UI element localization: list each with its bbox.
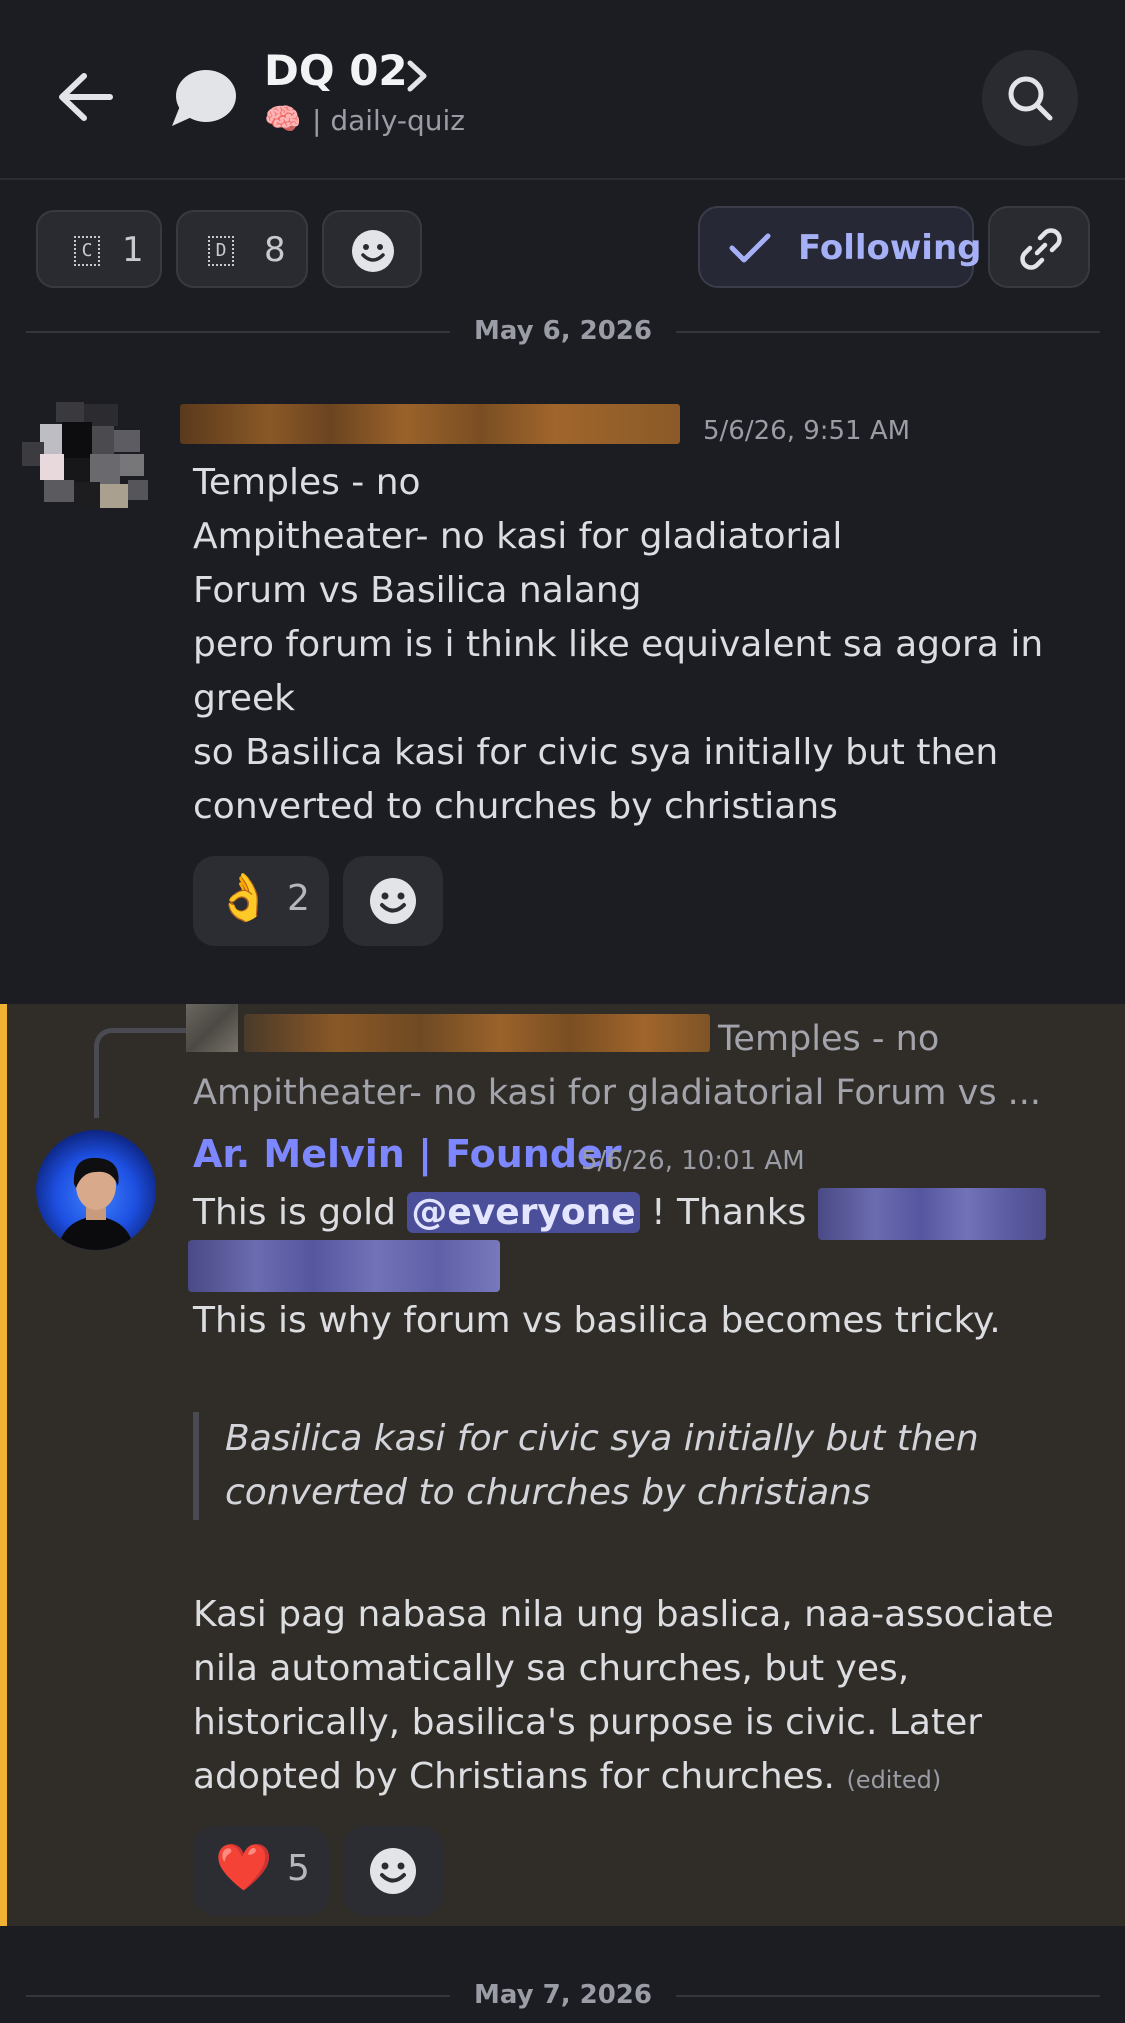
add-reaction-button[interactable]: [343, 1826, 443, 1916]
thread-icon: [168, 66, 238, 128]
quote-text: Basilica kasi for civic sya initially bu…: [225, 1418, 979, 1513]
blurred-username[interactable]: [180, 404, 680, 444]
ok-hand-emoji: 👌: [215, 870, 273, 924]
reply-preview[interactable]: Temples - no Ampitheater- no kasi for gl…: [193, 1012, 1093, 1120]
date-divider: May 7, 2026: [26, 1980, 1100, 2010]
pill-c-counter[interactable]: C 1: [36, 210, 162, 288]
highlight-bar: [0, 1004, 7, 1926]
following-label: Following: [798, 228, 982, 268]
d-icon: D: [208, 236, 234, 266]
copy-link-button[interactable]: [988, 206, 1090, 288]
reply-line-2: Ampitheater- no kasi for gladiatorial Fo…: [193, 1073, 1042, 1113]
date-label: May 6, 2026: [449, 316, 676, 346]
search-button[interactable]: [982, 50, 1078, 146]
message-body: Kasi pag nabasa nila ung baslica, naa-as…: [193, 1588, 1093, 1807]
search-icon: [1008, 76, 1053, 121]
pill-d-counter[interactable]: D 8: [176, 210, 308, 288]
block-quote: Basilica kasi for civic sya initially bu…: [193, 1412, 1093, 1520]
thread-screen: DQ 02 🧠 | daily-quiz C 1 D 8 Following M…: [0, 0, 1125, 2023]
chevron-right-icon[interactable]: [404, 58, 430, 94]
mention-everyone[interactable]: @everyone: [407, 1192, 640, 1233]
back-arrow-icon[interactable]: [50, 62, 120, 132]
blurred-user-mention[interactable]: [188, 1240, 500, 1292]
date-divider: May 6, 2026: [26, 316, 1100, 346]
timestamp: 5/6/26, 10:01 AM: [581, 1146, 805, 1176]
message-text: This is why forum vs basilica becomes tr…: [193, 1300, 1001, 1341]
pill-c-count: 1: [122, 230, 144, 270]
c-icon: C: [74, 236, 100, 266]
following-button[interactable]: Following: [698, 206, 981, 288]
message-text: This is gold: [193, 1192, 408, 1233]
reaction-count: 2: [287, 878, 310, 919]
smiley-icon: [370, 1848, 416, 1894]
channel-name[interactable]: | daily-quiz: [312, 104, 465, 137]
thread-title[interactable]: DQ 02: [264, 46, 408, 95]
message-line-1: This is gold @everyone ! Thanks: [193, 1186, 1093, 1240]
message-text: Temples - no Ampitheater- no kasi for gl…: [193, 462, 1044, 827]
link-icon: [1020, 228, 1062, 270]
add-reaction-button[interactable]: [343, 856, 443, 946]
brain-emoji: 🧠: [264, 102, 302, 137]
reaction-ok-hand[interactable]: 👌 2: [193, 856, 329, 946]
heart-emoji: ❤️: [215, 1840, 273, 1894]
avatar[interactable]: [20, 384, 160, 524]
add-reaction-button[interactable]: [322, 210, 422, 288]
message-text: ! Thanks: [639, 1192, 818, 1233]
author-name[interactable]: Ar. Melvin | Founder: [193, 1132, 622, 1176]
checkmark-icon: [729, 233, 771, 263]
reaction-count: 5: [287, 1848, 310, 1889]
thread-header: DQ 02 🧠 | daily-quiz: [0, 0, 1125, 180]
pill-d-count: 8: [264, 230, 286, 270]
edited-label: (edited): [846, 1766, 942, 1794]
smiley-icon: [352, 230, 394, 272]
avatar[interactable]: [36, 1130, 156, 1250]
reply-line-1: Temples - no: [718, 1019, 940, 1059]
blurred-user-mention[interactable]: [817, 1188, 1046, 1240]
reaction-heart[interactable]: ❤️ 5: [193, 1826, 329, 1916]
timestamp: 5/6/26, 9:51 AM: [703, 416, 911, 446]
date-label: May 7, 2026: [449, 1980, 676, 2010]
reply-connector: [94, 1028, 186, 1118]
smiley-icon: [370, 878, 416, 924]
